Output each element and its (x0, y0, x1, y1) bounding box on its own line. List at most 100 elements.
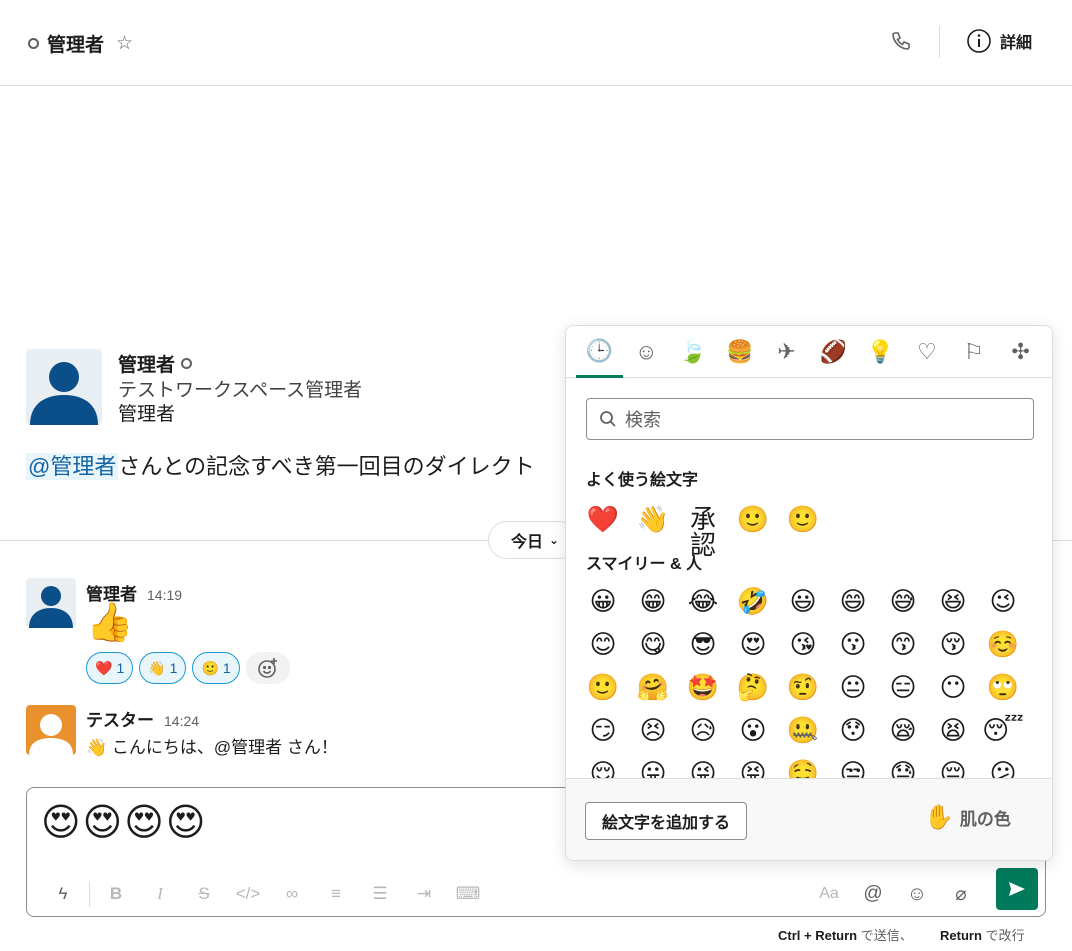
emoji-button[interactable]: ☺️ (978, 631, 1028, 657)
message-avatar[interactable] (26, 705, 76, 755)
presence-icon (28, 38, 39, 49)
user-avatar-icon (30, 362, 98, 425)
emoji-button[interactable]: 😂 (678, 588, 728, 614)
add-emoji-button[interactable]: 絵文字を追加する (585, 802, 748, 840)
emoji-button[interactable]: 😫 (928, 717, 978, 743)
emoji-button[interactable]: 😗 (828, 631, 878, 657)
emoji-button[interactable]: 😁 (628, 588, 678, 614)
message-timestamp[interactable]: 14:19 (147, 587, 182, 603)
emoji-button[interactable]: 😮 (728, 717, 778, 743)
emoji-button[interactable]: 😄 (828, 588, 878, 614)
emoji-grid-row: 😀 😁 😂 🤣 😃 😄 😅 😆 😉 (578, 588, 1028, 614)
emoji-button[interactable]: 🤗 (628, 674, 678, 700)
newline-hint: Return で改行 (940, 925, 1025, 944)
attachment-icon[interactable]: ⌀ (939, 883, 983, 906)
phone-icon[interactable] (890, 30, 914, 54)
reaction-bar: ❤️ 1 👋 1 🙂 1 (86, 652, 290, 684)
reaction-heart[interactable]: ❤️ 1 (86, 652, 134, 684)
italic-icon[interactable]: I (138, 884, 182, 904)
smile-icon: 🙂 (201, 659, 219, 676)
emoji-button[interactable]: 😚 (928, 631, 978, 657)
tab-slack[interactable]: ✣ (997, 326, 1044, 378)
intro-name[interactable]: 管理者 (118, 350, 193, 377)
star-icon[interactable]: ☆ (116, 32, 133, 55)
emoji-button[interactable]: 😘 (778, 631, 828, 657)
mention-icon[interactable]: @ (851, 883, 895, 905)
message-author[interactable]: テスター (86, 706, 154, 731)
emoji-button[interactable]: 😊 (578, 631, 628, 657)
emoji-button[interactable]: 😏 (578, 717, 628, 743)
intro-avatar[interactable] (26, 349, 102, 425)
emoji-icon[interactable]: ☺ (895, 883, 939, 906)
link-icon[interactable]: ∞ (270, 884, 314, 904)
shortcuts-icon[interactable]: ϟ (41, 884, 85, 904)
date-label: 今日 (511, 534, 544, 551)
emoji-button[interactable]: 😋 (628, 631, 678, 657)
strikethrough-icon[interactable]: S (182, 884, 226, 904)
blockquote-icon[interactable]: ⇥ (402, 884, 446, 904)
emoji-button[interactable]: 😴 (978, 717, 1028, 743)
tab-activity[interactable]: 🏈 (810, 326, 857, 378)
emoji-button[interactable]: 🙂 (778, 506, 828, 558)
emoji-button[interactable]: 😙 (878, 631, 928, 657)
code-block-icon[interactable]: ⌨ (446, 884, 490, 904)
reaction-smile[interactable]: 🙂 1 (192, 652, 240, 684)
emoji-button[interactable]: 😍 (728, 631, 778, 657)
emoji-button[interactable]: 😉 (978, 588, 1028, 614)
tab-symbols[interactable]: ♡ (904, 326, 951, 378)
add-reaction-button[interactable] (245, 652, 290, 684)
skin-tone-button[interactable]: ✋ 肌の色 (924, 803, 1011, 832)
emoji-button[interactable]: 🤩 (678, 674, 728, 700)
emoji-search-input[interactable]: 検索 (586, 398, 1034, 440)
emoji-button[interactable]: 😥 (678, 717, 728, 743)
presence-icon (181, 358, 193, 369)
emoji-button[interactable]: 🤔 (728, 674, 778, 700)
activity-icon: 🏈 (819, 339, 848, 364)
emoji-button[interactable]: 🙂 (578, 674, 628, 700)
ordered-list-icon[interactable]: ≡ (314, 884, 358, 904)
emoji-button[interactable]: 😯 (828, 717, 878, 743)
emoji-button[interactable]: 🙄 (978, 674, 1028, 700)
emoji-picker-footer: 絵文字を追加する ✋ 肌の色 (566, 778, 1052, 860)
details-button[interactable]: 詳細 (966, 28, 1032, 54)
message-avatar[interactable] (26, 578, 76, 628)
emoji-button[interactable]: 🤣 (728, 588, 778, 614)
tab-flags[interactable]: ⚐ (950, 326, 997, 378)
message-timestamp[interactable]: 14:24 (164, 713, 199, 729)
emoji-button[interactable]: 🙂 (728, 506, 778, 558)
reaction-wave[interactable]: 👋 1 (139, 652, 187, 684)
toolbar-divider (89, 881, 90, 907)
emoji-button[interactable]: 😶 (928, 674, 978, 700)
send-button[interactable] (996, 868, 1038, 910)
emoji-button[interactable]: 😣 (628, 717, 678, 743)
emoji-button[interactable]: 😀 (578, 588, 628, 614)
tab-smileys[interactable]: ☺ (623, 326, 670, 378)
tab-travel[interactable]: ✈ (763, 326, 810, 378)
emoji-button[interactable]: 😐 (828, 674, 878, 700)
tab-recent[interactable]: 🕒 (576, 326, 623, 378)
intro-message-text: さんとの記念すべき第一回目のダイレクト (118, 454, 535, 479)
emoji-button[interactable]: 🤐 (778, 717, 828, 743)
emoji-button[interactable]: 😑 (878, 674, 928, 700)
bulleted-list-icon[interactable]: ☰ (358, 884, 402, 904)
tab-food[interactable]: 🍔 (716, 326, 763, 378)
emoji-button[interactable]: 😆 (928, 588, 978, 614)
emoji-grid-row: 😏 😣 😥 😮 🤐 😯 😪 😫 😴 (578, 717, 1028, 743)
symbols-icon: ♡ (917, 339, 937, 364)
wave-icon: 👋 (148, 659, 166, 676)
newline-key: Return (940, 928, 982, 943)
composer-input[interactable]: 😍😍😍😍 (41, 800, 207, 845)
channel-title[interactable]: 管理者 ☆ (28, 30, 133, 57)
emoji-button[interactable]: 🤨 (778, 674, 828, 700)
emoji-button[interactable]: 😪 (878, 717, 928, 743)
tab-nature[interactable]: 🍃 (670, 326, 717, 378)
emoji-button[interactable]: 😎 (678, 631, 728, 657)
emoji-button[interactable]: 😅 (878, 588, 928, 614)
formatting-toggle[interactable]: Aa (807, 885, 851, 903)
user-mention[interactable]: @管理者 (26, 453, 119, 480)
tab-objects[interactable]: 💡 (857, 326, 904, 378)
user-avatar-icon (29, 714, 73, 755)
emoji-button[interactable]: 😃 (778, 588, 828, 614)
code-icon[interactable]: </> (226, 884, 270, 904)
bold-icon[interactable]: B (94, 884, 138, 904)
